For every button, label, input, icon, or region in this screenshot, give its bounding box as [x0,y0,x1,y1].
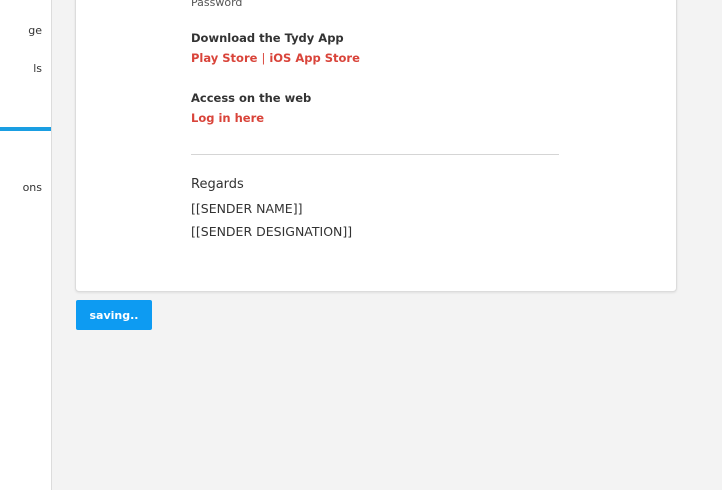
password-label: Password [191,0,243,9]
email-preview-card [75,0,677,292]
store-links: Play Store | iOS App Store [191,51,360,65]
play-store-link[interactable]: Play Store [191,51,257,65]
sidebar-item-options[interactable]: ons [23,181,42,194]
sender-name: [[SENDER NAME]] [191,201,303,216]
access-web-heading: Access on the web [191,91,312,105]
divider [191,154,559,155]
sender-designation: [[SENDER DESIGNATION]] [191,224,353,239]
regards-text: Regards [191,177,244,192]
sidebar-active-indicator [0,127,51,131]
sidebar-item-details[interactable]: ls [33,62,42,75]
login-link[interactable]: Log in here [191,111,264,125]
ios-app-store-link[interactable]: iOS App Store [269,51,360,65]
sidebar-item-page[interactable]: ge [28,24,42,37]
save-button[interactable]: saving.. [76,300,152,330]
link-separator: | [261,51,266,65]
sidebar: ge ls ons [0,0,52,490]
download-app-heading: Download the Tydy App [191,31,344,45]
